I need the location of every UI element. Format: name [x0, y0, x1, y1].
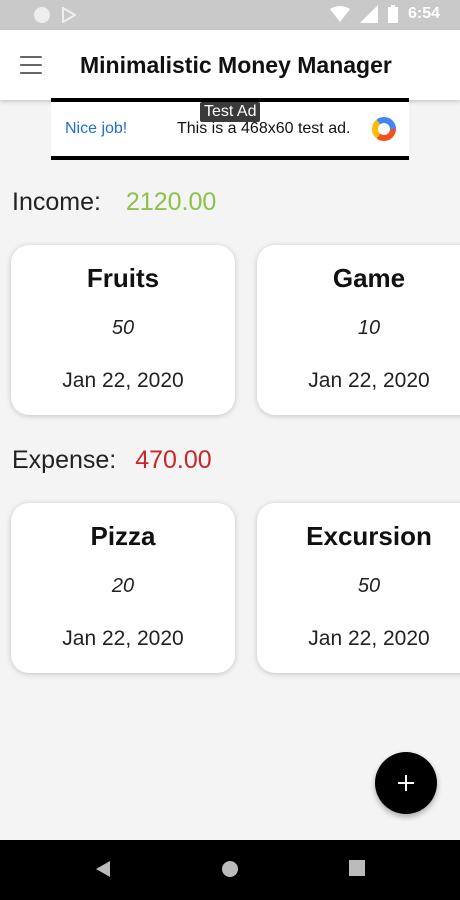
play-store-icon	[62, 7, 76, 23]
card-title: Pizza	[90, 521, 156, 551]
card-value: 50	[111, 317, 135, 339]
signal-icon	[359, 5, 378, 23]
income-title: Income:	[12, 188, 101, 216]
test-ad-tag: Test Ad	[200, 102, 261, 122]
income-card[interactable]: Game 10 Jan 22, 2020	[257, 245, 460, 415]
income-amount: 2120.00	[125, 188, 217, 216]
app-bar: Minimalistic Money Manager	[0, 30, 460, 100]
system-nav-bar	[0, 840, 460, 900]
expense-card[interactable]: Pizza 20 Jan 22, 2020	[11, 503, 235, 673]
recents-square-icon[interactable]	[349, 860, 365, 876]
ad-nice-job-text: Nice job!	[65, 120, 128, 137]
card-date: Jan 22, 2020	[308, 627, 430, 650]
income-label: Income: 2120.00	[12, 188, 216, 217]
expense-card[interactable]: Excursion 50 Jan 22, 2020	[257, 503, 460, 673]
card-value: 10	[357, 317, 381, 339]
card-value: 20	[111, 575, 135, 597]
ad-text: This is a 468x60 test ad.	[177, 120, 351, 137]
wifi-icon	[329, 6, 350, 22]
card-title: Excursion	[306, 521, 432, 551]
back-triangle-icon[interactable]	[95, 860, 111, 878]
card-date: Jan 22, 2020	[62, 369, 184, 392]
notification-dot-icon	[34, 7, 50, 23]
card-value: 50	[357, 575, 381, 597]
income-card[interactable]: Fruits 50 Jan 22, 2020	[11, 245, 235, 415]
status-time: 6:54	[407, 5, 440, 22]
ad-logo-icon	[372, 117, 396, 141]
plus-icon	[398, 775, 414, 791]
hamburger-menu-icon[interactable]	[20, 56, 42, 74]
home-circle-icon[interactable]	[221, 860, 239, 878]
card-title: Game	[332, 263, 406, 293]
battery-icon	[387, 5, 398, 23]
card-date: Jan 22, 2020	[308, 369, 430, 392]
add-entry-button[interactable]	[375, 752, 437, 814]
expense-title: Expense:	[12, 446, 117, 474]
expense-label: Expense: 470.00	[12, 446, 212, 475]
expense-amount: 470.00	[135, 446, 212, 474]
card-title: Fruits	[86, 263, 160, 293]
app-title: Minimalistic Money Manager	[80, 52, 392, 78]
card-date: Jan 22, 2020	[62, 627, 184, 650]
status-bar: 6:54	[0, 0, 460, 30]
